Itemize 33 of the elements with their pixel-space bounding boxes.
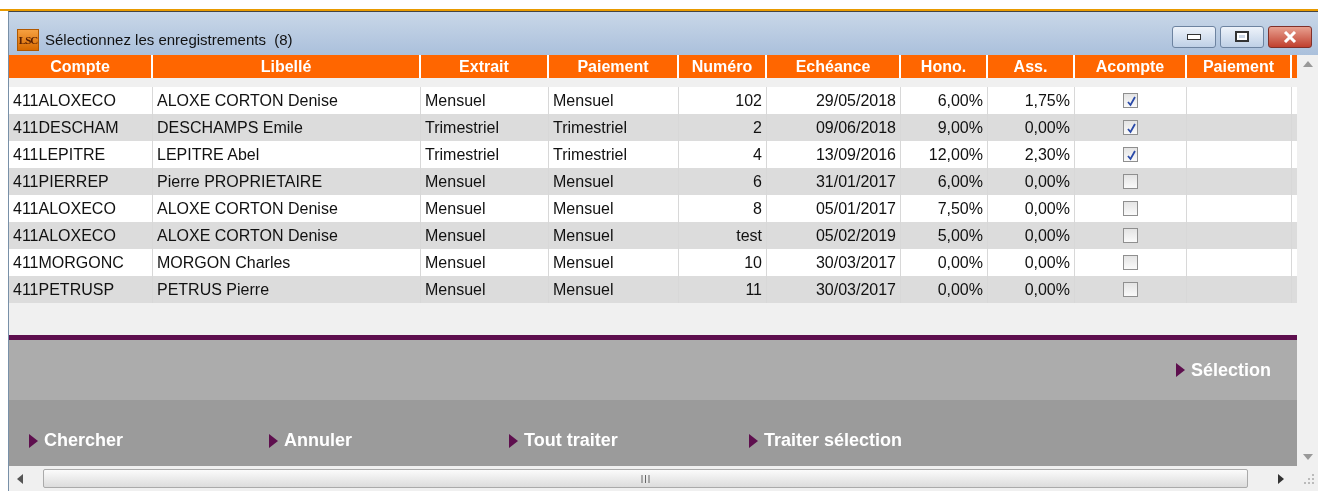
minimize-icon (1187, 33, 1201, 40)
vertical-scrollbar[interactable] (1297, 55, 1318, 466)
close-icon (1283, 30, 1297, 43)
triangle-icon (29, 433, 38, 448)
scroll-up-icon[interactable] (1302, 61, 1313, 67)
checkbox[interactable] (1123, 255, 1138, 270)
close-button[interactable] (1268, 25, 1312, 48)
action-link[interactable]: Annuler (269, 427, 509, 454)
app-logo: LSC (17, 29, 39, 51)
scroll-right-icon[interactable] (1278, 473, 1284, 484)
action-link[interactable]: Chercher (29, 427, 269, 454)
scroll-down-icon[interactable] (1302, 454, 1313, 460)
action-link[interactable]: Tout traiter (509, 427, 749, 454)
checkbox[interactable] (1123, 201, 1138, 216)
scrollbar-thumb[interactable] (43, 469, 1248, 488)
minimize-button[interactable] (1172, 25, 1216, 48)
window-title: Sélectionnez les enregistrements (8) (45, 29, 293, 50)
triangle-icon (1175, 363, 1185, 377)
maximize-button[interactable] (1220, 25, 1264, 48)
action-link[interactable]: Traiter sélection (749, 427, 903, 454)
checkbox[interactable] (1123, 120, 1138, 135)
scroll-left-icon[interactable] (17, 473, 23, 484)
triangle-icon (509, 433, 518, 448)
checkbox[interactable] (1123, 228, 1138, 243)
checkbox[interactable] (1123, 174, 1138, 189)
checkbox[interactable] (1123, 282, 1138, 297)
maximize-icon (1235, 31, 1249, 42)
action-link[interactable]: Sélection (1175, 356, 1271, 384)
checkbox[interactable] (1123, 147, 1138, 162)
checkbox[interactable] (1123, 93, 1138, 108)
triangle-icon (749, 433, 758, 448)
resize-grip-icon[interactable] (1304, 473, 1314, 484)
triangle-icon (269, 433, 278, 448)
